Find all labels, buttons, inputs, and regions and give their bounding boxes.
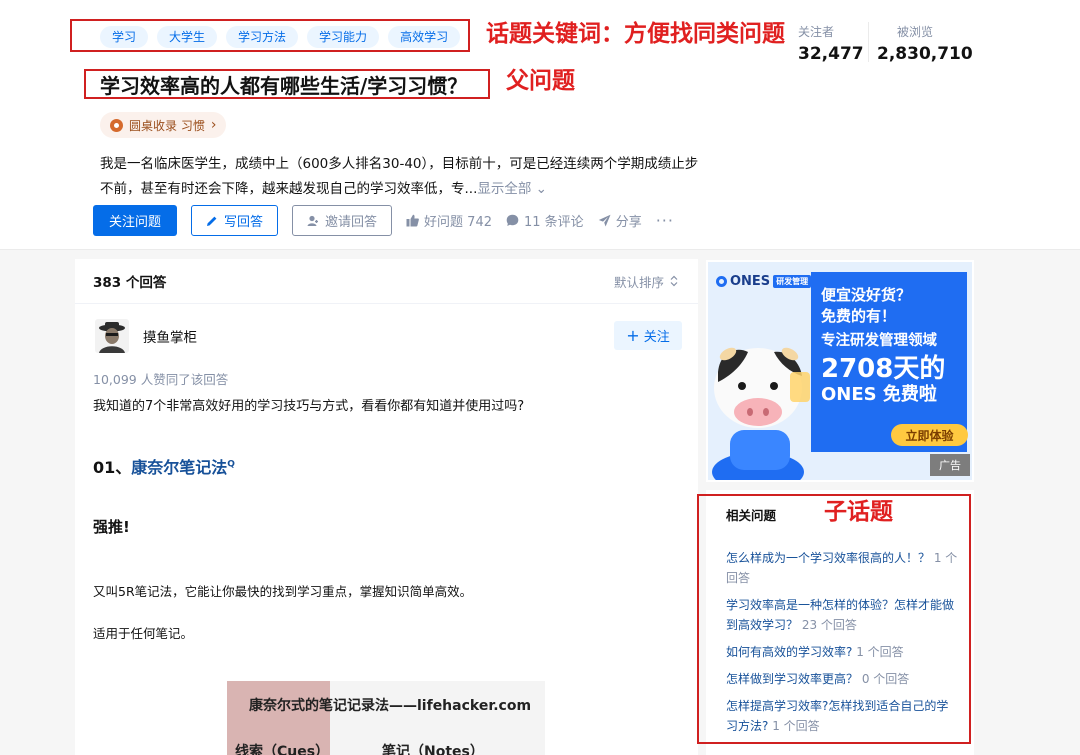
- good-question-label: 好问题 742: [424, 215, 492, 230]
- image-notes-label: 笔记（Notes）: [382, 744, 484, 755]
- ad-logo: ONES 研发管理: [716, 274, 812, 289]
- plus-icon: +: [626, 325, 640, 345]
- invite-user-icon: [307, 215, 319, 226]
- sort-dropdown[interactable]: 默认排序: [614, 272, 678, 291]
- chevron-down-icon[interactable]: ⌄: [536, 181, 547, 197]
- comments-label: 11 条评论: [524, 215, 584, 230]
- ad-line: 便宜没好货？: [821, 286, 912, 304]
- author-name[interactable]: 摸鱼掌柜: [143, 326, 197, 346]
- tags-highlight-box: [70, 19, 470, 52]
- followers-value: 32,477: [798, 44, 864, 64]
- comments-button[interactable]: 11 条评论: [506, 211, 584, 230]
- answer-author: 摸鱼掌柜: [95, 319, 197, 353]
- comment-icon: [506, 214, 519, 226]
- ad-card[interactable]: ONES 研发管理 便宜没好货？ 免费的有！ 专注研发管理领域 2708天的 O…: [706, 260, 974, 482]
- answer-count: 383 个回答: [93, 275, 167, 291]
- ad-line: 免费的有！: [821, 307, 897, 325]
- section-link[interactable]: 康奈尔笔记法: [131, 458, 227, 477]
- sort-label: 默认排序: [613, 274, 664, 290]
- roundtable-icon: [110, 118, 123, 132]
- section-number: 01、: [93, 458, 132, 477]
- question-description: 我是一名临床医学生，成绩中上（600多人排名30-40），目标前十，可是已经连续…: [100, 152, 710, 202]
- ad-logo-badge: 研发管理: [773, 275, 812, 288]
- image-caption: 康奈尔式的笔记记录法——lifehacker.com: [249, 698, 532, 714]
- section-heading: 01、康奈尔笔记法Q: [93, 454, 235, 478]
- followers-stat: 关注者 32,477: [798, 23, 864, 64]
- ones-logo-icon: [716, 276, 727, 287]
- ad-line: 专注研发管理领域: [821, 333, 937, 349]
- share-label: 分享: [615, 215, 642, 230]
- description-text: 我是一名临床医学生，成绩中上（600多人排名30-40），目标前十，可是已经连续…: [100, 156, 699, 197]
- chevron-right-icon: ›: [210, 117, 217, 133]
- image-cues-label: 线索（Cues）: [235, 744, 330, 755]
- related-highlight-box: [697, 494, 971, 744]
- more-options-icon[interactable]: ···: [656, 211, 674, 230]
- write-answer-button[interactable]: 写回答: [191, 205, 279, 236]
- title-highlight-box: [84, 69, 490, 99]
- show-all-link[interactable]: 显示全部: [477, 181, 531, 197]
- sort-toggle-icon: [670, 275, 678, 287]
- answers-header: 383 个回答 默认排序: [75, 259, 698, 304]
- paragraph: 又叫5R笔记法，它能让你最快的找到学习重点，掌握知识简单高效。: [93, 584, 473, 599]
- follow-question-button[interactable]: 关注问题: [93, 205, 178, 236]
- share-icon: [598, 214, 611, 227]
- stat-divider: [868, 22, 869, 62]
- question-actions: 关注问题 写回答 邀请回答 好问题 742 11 条评论 分享 ···: [93, 205, 674, 236]
- voters-count: 10,099 人赞同了该回答: [93, 372, 229, 387]
- ad-line: ONES 免费啦: [821, 384, 937, 405]
- question-header: 学习 大学生 学习方法 学习能力 高效学习 话题关键词：方便找同类问题 关注者 …: [0, 0, 1080, 250]
- followers-label: 关注者: [798, 25, 835, 39]
- invite-answer-button[interactable]: 邀请回答: [292, 205, 393, 236]
- paragraph: 适用于任何笔记。: [93, 626, 194, 641]
- views-value: 2,830,710: [877, 44, 973, 64]
- ad-cta-button[interactable]: 立即体验: [891, 424, 968, 446]
- roundtable-collection[interactable]: 圆桌收录 习惯 ›: [100, 112, 227, 138]
- thumb-up-icon: [406, 214, 419, 227]
- answer-intro: 我知道的7个非常高效好用的学习技巧与方式，看看你都有知道并使用过吗?: [93, 399, 525, 414]
- follow-author-label: 关注: [643, 330, 670, 345]
- annotation-parent: 父问题: [506, 68, 575, 94]
- cow-mascot-icon: [712, 347, 810, 480]
- ad-logo-text: ONES: [730, 274, 771, 289]
- strong-recommend: 强推!: [93, 518, 130, 536]
- ad-banner[interactable]: ONES 研发管理 便宜没好货？ 免费的有！ 专注研发管理领域 2708天的 O…: [708, 262, 972, 480]
- avatar[interactable]: [95, 319, 129, 353]
- collection-label: 圆桌收录 习惯: [129, 118, 205, 133]
- ad-badge: 广告: [930, 454, 970, 476]
- follow-author-button[interactable]: + 关注: [614, 321, 682, 350]
- cornell-notes-image[interactable]: 康奈尔式的笔记记录法——lifehacker.com 线索（Cues） 笔记（N…: [227, 681, 545, 755]
- invite-answer-label: 邀请回答: [325, 215, 378, 230]
- answer-card: 383 个回答 默认排序 摸鱼掌柜 + 关注 10,099 人赞同了该回答 我知…: [75, 259, 698, 755]
- views-label: 被浏览: [897, 25, 934, 39]
- write-answer-label: 写回答: [224, 215, 264, 230]
- pencil-icon: [207, 216, 217, 226]
- search-icon[interactable]: Q: [227, 460, 235, 470]
- share-button[interactable]: 分享: [598, 211, 642, 230]
- good-question-button[interactable]: 好问题 742: [406, 211, 492, 230]
- annotation-tags: 话题关键词：方便找同类问题: [486, 21, 785, 47]
- views-stat: 被浏览 2,830,710: [877, 23, 973, 64]
